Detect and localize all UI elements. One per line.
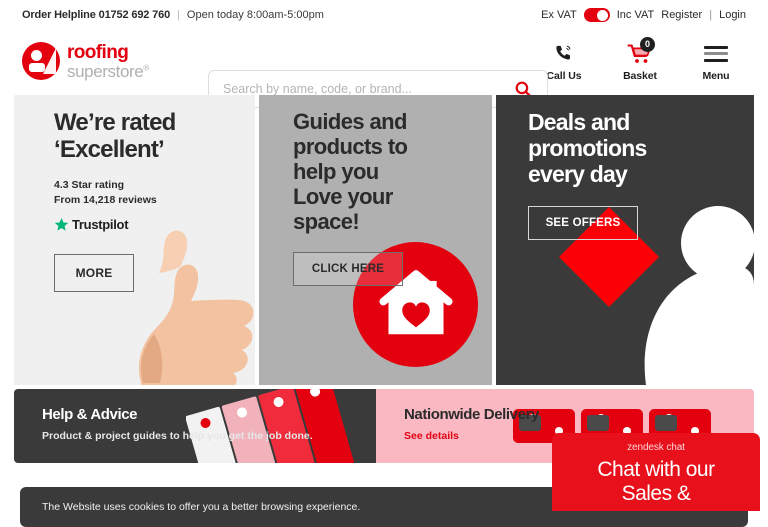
promo-delivery-title: Nationwide Delivery (404, 406, 754, 423)
zendesk-headline: Chat with our Sales & (552, 458, 760, 506)
hero-tile-rating-content: We’re rated ‘Excellent’ 4.3 Star rating … (14, 95, 255, 292)
trustpilot-label: Trustpilot (72, 217, 128, 232)
hero-rating-heading: We’re rated ‘Excellent’ (54, 109, 255, 164)
promo-help-subtitle: Product & project guides to help you get… (42, 430, 376, 442)
hero-more-button[interactable]: MORE (54, 254, 134, 292)
hero-tile-rating[interactable]: We’re rated ‘Excellent’ 4.3 Star rating … (14, 95, 255, 385)
trustpilot-star-icon (54, 217, 69, 232)
hamburger-bar-2 (704, 52, 728, 55)
login-link[interactable]: Login (719, 9, 746, 21)
logo-slash-shape (43, 48, 56, 74)
inc-vat-label[interactable]: Inc VAT (617, 9, 655, 21)
hero-rating-subtext: 4.3 Star rating From 14,218 reviews (54, 178, 255, 208)
topbar-account-group: Ex VAT Inc VAT Register | Login (541, 8, 746, 22)
promo-help-title: Help & Advice (42, 406, 376, 423)
hero-rating-heading-line2: ‘Excellent’ (54, 136, 164, 163)
utility-topbar: Order Helpline 01752 692 760 | Open toda… (0, 0, 768, 30)
basket-icon-wrap: 0 (627, 41, 653, 67)
basket-button[interactable]: 0 Basket (612, 41, 668, 82)
header-action-group: Call Us 0 Basket (536, 41, 752, 82)
hero-see-offers-button[interactable]: SEE OFFERS (528, 206, 638, 240)
hero-review-count-text: From 14,218 reviews (54, 194, 157, 206)
menu-icon-wrap (704, 41, 728, 67)
search-input[interactable] (223, 82, 512, 96)
hero-tile-guides[interactable]: Guides and products to help you Love you… (259, 95, 492, 385)
hero-guides-heading-line4: Love your (293, 184, 393, 209)
ex-vat-label[interactable]: Ex VAT (541, 9, 577, 21)
hero-guides-heading-line5: space! (293, 209, 359, 234)
logo-trademark-symbol: ® (143, 63, 149, 72)
hero-tile-guides-content: Guides and products to help you Love you… (259, 95, 492, 286)
hero-guides-heading-line2: products to (293, 134, 407, 159)
zendesk-provider-label: zendesk chat (552, 442, 760, 453)
register-link[interactable]: Register (661, 9, 702, 21)
hamburger-menu-icon (704, 46, 728, 62)
logo-wordmark: roofing superstore® (67, 42, 149, 80)
vat-toggle-knob (597, 10, 608, 21)
hero-deals-heading-line3: every day (528, 161, 627, 187)
account-separator: | (709, 9, 712, 21)
hamburger-bar-3 (704, 59, 728, 62)
trustpilot-badge[interactable]: Trustpilot (54, 217, 255, 232)
hero-guides-heading-line3: help you (293, 159, 379, 184)
call-us-label: Call Us (547, 70, 582, 82)
hero-deals-heading: Deals and promotions every day (528, 109, 754, 188)
basket-label: Basket (623, 70, 657, 82)
hero-click-here-button[interactable]: CLICK HERE (293, 252, 403, 286)
promo-help-content: Help & Advice Product & project guides t… (14, 389, 376, 442)
phone-icon-wrap (553, 41, 575, 67)
site-logo[interactable]: roofing superstore® (22, 42, 149, 80)
vat-toggle-switch[interactable] (584, 8, 610, 22)
hero-rating-heading-line1: We’re rated (54, 109, 175, 136)
hero-deals-heading-line2: promotions (528, 135, 647, 161)
hero-deals-heading-line1: Deals and (528, 109, 629, 135)
hamburger-bar-1 (704, 46, 728, 49)
phone-icon (553, 43, 575, 65)
site-header: roofing superstore® Call Us (0, 30, 768, 92)
menu-button[interactable]: Menu (688, 41, 744, 82)
order-helpline-text: Order Helpline 01752 692 760 (22, 9, 170, 21)
hero-tile-deals[interactable]: Deals and promotions every day SEE OFFER… (496, 95, 754, 385)
opening-hours-text: Open today 8:00am-5:00pm (187, 9, 324, 21)
hero-guides-heading-line1: Guides and (293, 109, 407, 134)
zendesk-headline-line2: Sales & (622, 482, 691, 505)
zendesk-chat-widget[interactable]: zendesk chat Chat with our Sales & (552, 433, 760, 511)
zendesk-headline-line1: Chat with our (597, 458, 714, 481)
hero-star-rating-text: 4.3 Star rating (54, 179, 124, 191)
topbar-contact-group: Order Helpline 01752 692 760 | Open toda… (22, 9, 324, 21)
logo-text-superstore: superstore® (67, 63, 149, 80)
promo-help-advice[interactable]: Help & Advice Product & project guides t… (14, 389, 376, 463)
menu-label: Menu (702, 70, 729, 82)
hero-guides-heading: Guides and products to help you Love you… (293, 109, 492, 234)
logo-text-superstore-word: superstore (67, 62, 143, 81)
basket-count-badge: 0 (640, 37, 655, 52)
roofing-superstore-logo-icon (22, 42, 60, 80)
hero-tile-deals-content: Deals and promotions every day SEE OFFER… (496, 95, 754, 240)
hero-banner-strip: We’re rated ‘Excellent’ 4.3 Star rating … (14, 95, 754, 385)
logo-text-roofing: roofing (67, 43, 149, 62)
topbar-separator: | (177, 9, 180, 21)
